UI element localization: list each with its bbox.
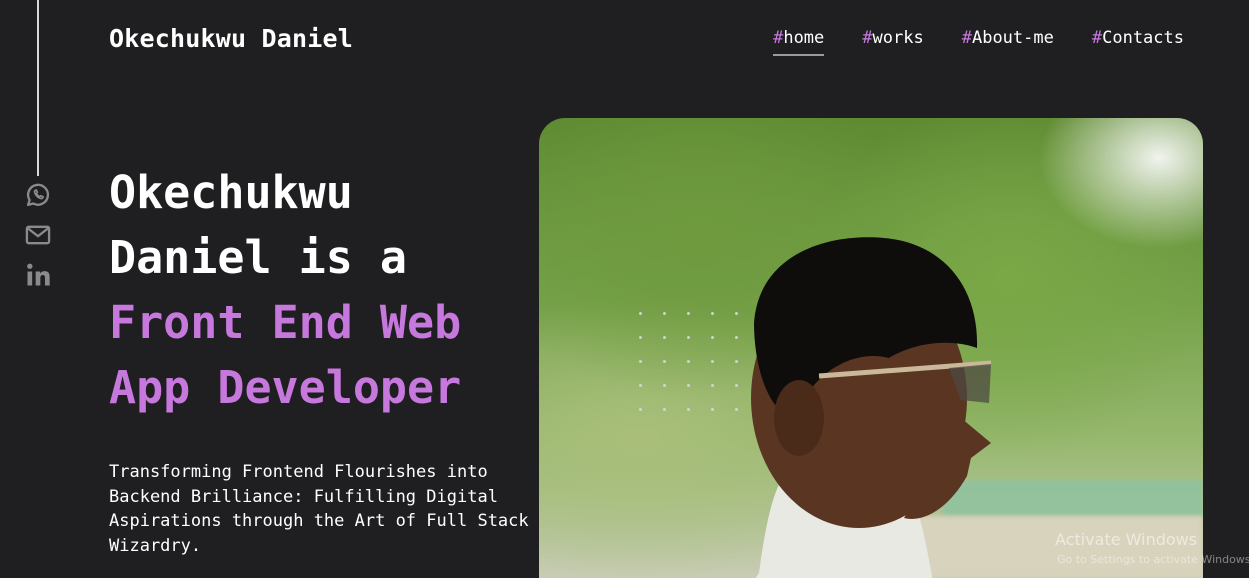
nav-label: works — [872, 28, 924, 48]
windows-activation-watermark: Activate Windows — [1055, 530, 1198, 549]
nav-label: About-me — [971, 28, 1054, 48]
nav-hash: # — [1091, 28, 1103, 48]
nav-hash: # — [961, 28, 972, 48]
nav-link-home[interactable]: #home — [773, 28, 825, 56]
person-silhouette — [751, 237, 992, 578]
mail-icon[interactable] — [23, 220, 53, 250]
hero-subtitle: Transforming Frontend Flourishes into Ba… — [109, 462, 529, 556]
nav-label: home — [783, 28, 825, 48]
social-links — [22, 180, 54, 290]
nav-hash: # — [862, 28, 873, 48]
hero-title-highlight: App Developer — [109, 361, 462, 414]
nav-link-about-me[interactable]: #About-me — [962, 28, 1054, 56]
hero-title: Okechukwu Daniel is a Front End Web App … — [109, 160, 539, 420]
windows-activation-hint: Go to Settings to activate Windows. — [1057, 553, 1249, 566]
nav-hash: # — [773, 28, 784, 48]
nav-label: Contacts — [1102, 28, 1184, 48]
linkedin-icon[interactable] — [23, 260, 53, 290]
decorative-vertical-line — [37, 0, 39, 176]
profile-photo — [539, 118, 1203, 578]
hero-title-line: Daniel is a — [109, 231, 408, 284]
hero-title-line: Okechukwu — [109, 166, 353, 219]
whatsapp-icon[interactable] — [23, 180, 53, 210]
nav-link-contacts[interactable]: #Contacts — [1092, 28, 1184, 56]
nav-link-works[interactable]: #works — [862, 28, 923, 56]
site-logo[interactable]: Okechukwu Daniel — [109, 24, 353, 53]
main-nav: #home #works #About-me #Contacts — [773, 28, 1184, 56]
hero-title-highlight: Front End Web — [109, 296, 462, 349]
